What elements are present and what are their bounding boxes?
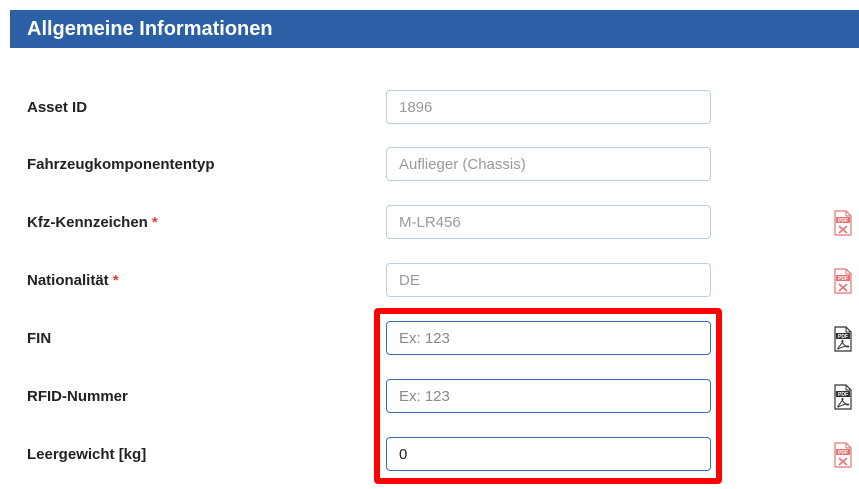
pdf-missing-icon[interactable]: PDF xyxy=(834,209,852,237)
form-row-rfid: RFID-Nummer PDF xyxy=(0,379,859,415)
required-marker: * xyxy=(151,214,158,231)
svg-text:PDF: PDF xyxy=(838,276,848,282)
required-marker: * xyxy=(112,272,119,289)
svg-text:PDF: PDF xyxy=(838,450,848,456)
rfid-label: RFID-Nummer xyxy=(27,388,128,405)
nationality-label: Nationalität * xyxy=(27,272,119,289)
form-row-license-plate: Kfz-Kennzeichen* PDF xyxy=(0,205,859,241)
svg-text:PDF: PDF xyxy=(838,218,848,224)
empty-weight-label: Leergewicht [kg] xyxy=(27,446,147,463)
asset-id-label: Asset ID xyxy=(27,99,88,116)
nationality-field xyxy=(386,263,711,297)
empty-weight-input[interactable] xyxy=(386,437,711,471)
fin-label: FIN xyxy=(27,330,52,347)
svg-text:PDF: PDF xyxy=(838,392,848,398)
fin-input[interactable] xyxy=(386,321,711,355)
section-header: Allgemeine Informationen xyxy=(10,10,859,48)
svg-text:PDF: PDF xyxy=(838,334,848,340)
pdf-document-icon[interactable]: PDF xyxy=(834,383,852,411)
rfid-input[interactable] xyxy=(386,379,711,413)
form-row-nationality: Nationalität* PDF xyxy=(0,263,859,299)
pdf-missing-icon[interactable]: PDF xyxy=(834,267,852,295)
pdf-missing-icon[interactable]: PDF xyxy=(834,441,852,469)
pdf-document-icon[interactable]: PDF xyxy=(834,325,852,353)
license-plate-label: Kfz-Kennzeichen * xyxy=(27,214,158,231)
form-row-asset-id: Asset ID xyxy=(0,90,859,126)
component-type-field xyxy=(386,147,711,181)
form-row-component-type: Fahrzeugkomponententyp xyxy=(0,147,859,183)
form-row-empty-weight: Leergewicht [kg] PDF xyxy=(0,437,859,473)
form-row-fin: FIN PDF xyxy=(0,321,859,357)
license-plate-field xyxy=(386,205,711,239)
section-title: Allgemeine Informationen xyxy=(27,17,273,40)
asset-id-field xyxy=(386,90,711,124)
component-type-label: Fahrzeugkomponententyp xyxy=(27,156,215,173)
